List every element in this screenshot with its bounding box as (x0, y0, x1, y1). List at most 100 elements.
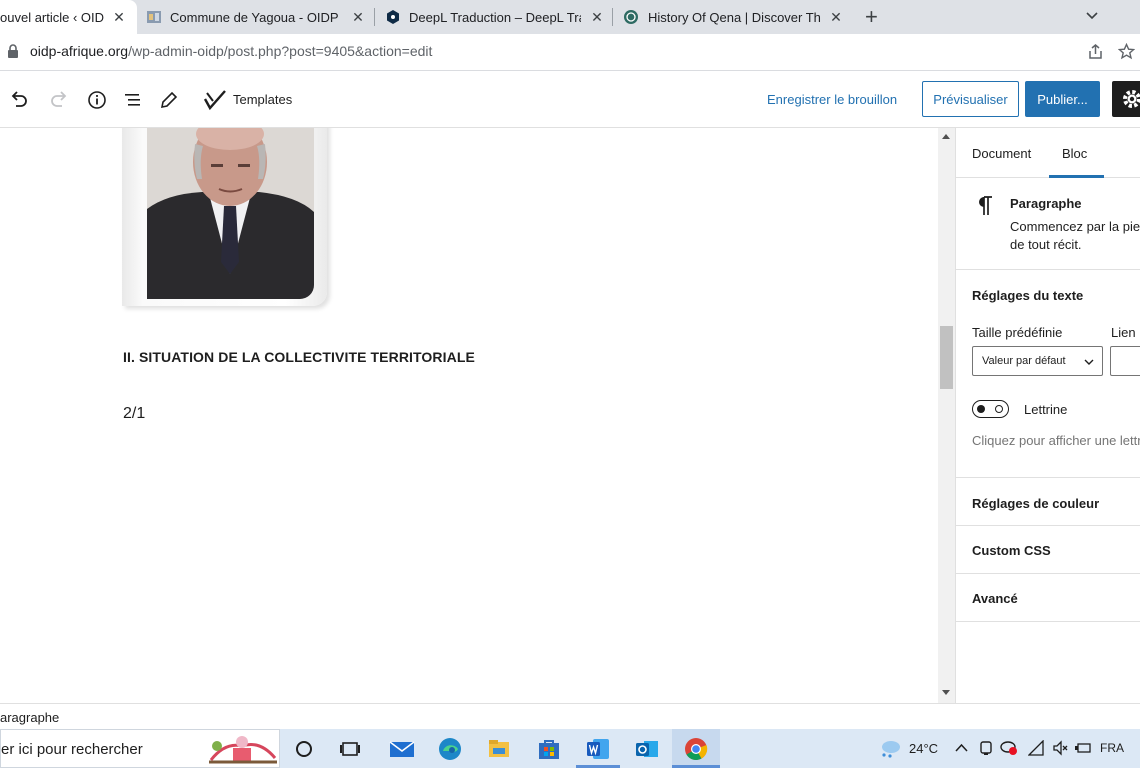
weather-icon[interactable] (878, 739, 902, 759)
text-settings-title[interactable]: Réglages du texte (972, 288, 1083, 303)
portrait-photo (147, 128, 314, 299)
omnibox[interactable]: oidp-afrique.org/wp-admin-oidp/post.php?… (0, 38, 1140, 66)
site-favicon-icon (147, 11, 161, 23)
cortana-icon[interactable] (292, 737, 316, 761)
tab-title: ouvel article ‹ OIDP — (0, 10, 104, 25)
tab-new-article[interactable]: ouvel article ‹ OIDP — ✕ (0, 0, 137, 34)
scroll-down-arrow[interactable] (942, 690, 950, 695)
dropcap-toggle[interactable] (972, 400, 1009, 418)
link-label: Lien (1111, 325, 1136, 340)
info-icon[interactable] (86, 89, 108, 111)
outlook-icon[interactable] (635, 737, 659, 761)
chevron-down-icon (1084, 359, 1094, 365)
close-icon[interactable]: ✕ (111, 9, 127, 26)
dropcap-help-text: Cliquez pour afficher une lettr (972, 433, 1140, 448)
file-explorer-icon[interactable] (487, 737, 511, 761)
search-highlight-icon (209, 736, 277, 764)
browser-tab-strip: ouvel article ‹ OIDP — ✕ Commune de Yago… (0, 0, 1140, 34)
share-icon[interactable] (1087, 43, 1104, 60)
lock-icon[interactable] (7, 44, 19, 58)
battery-icon[interactable] (1074, 741, 1092, 755)
preset-size-value: Valeur par défaut (982, 355, 1066, 367)
taskbar-search[interactable]: er ici pour rechercher (0, 729, 280, 768)
meet-now-icon[interactable] (979, 740, 993, 756)
toggle-knob (977, 405, 985, 413)
panel-divider (956, 573, 1140, 574)
paragraph-block[interactable]: 2/1 (123, 405, 145, 423)
chrome-app[interactable] (672, 729, 720, 768)
redo-icon[interactable] (48, 89, 70, 111)
block-description-line: de tout récit. (1010, 237, 1082, 252)
onedrive-error-icon[interactable] (1000, 740, 1018, 756)
preview-button[interactable]: Prévisualiser (922, 81, 1019, 117)
editor-canvas[interactable]: II. SITUATION DE LA COLLECTIVITE TERRITO… (0, 128, 938, 703)
close-icon[interactable]: ✕ (828, 9, 844, 26)
undo-icon[interactable] (8, 89, 30, 111)
block-description-line: Commencez par la pier (1010, 219, 1140, 234)
deepl-icon (387, 10, 399, 24)
input-language[interactable]: FRA (1100, 741, 1124, 755)
templates-icon[interactable] (203, 89, 227, 111)
sidebar-tabs: Document Bloc (956, 128, 1140, 178)
volume-muted-icon[interactable] (1052, 740, 1068, 756)
tab-document[interactable]: Document (972, 146, 1031, 161)
tab-title: Commune de Yagoua - OIDP (170, 10, 339, 25)
edge-icon[interactable] (438, 737, 462, 761)
dropcap-label[interactable]: Lettrine (1024, 402, 1067, 417)
tab-history-qena[interactable]: History Of Qena | Discover The H ✕ (613, 0, 851, 34)
custom-css-panel[interactable]: Custom CSS (972, 543, 1051, 558)
block-card: Paragraphe Commencez par la pier de tout… (956, 178, 1140, 270)
mail-icon[interactable] (389, 737, 415, 761)
list-view-icon[interactable] (122, 89, 144, 111)
editor-footer: aragraphe (0, 703, 1140, 729)
store-icon[interactable] (537, 737, 561, 761)
close-icon[interactable]: ✕ (589, 9, 605, 26)
star-icon[interactable] (1118, 43, 1135, 60)
tab-bloc[interactable]: Bloc (1049, 128, 1104, 178)
chevron-up-icon[interactable] (955, 743, 968, 753)
weather-temperature[interactable]: 24°C (909, 741, 938, 756)
panel-divider (956, 525, 1140, 526)
panel-divider (956, 477, 1140, 478)
globe-icon (624, 10, 638, 24)
word-app[interactable] (576, 729, 620, 768)
word-icon (587, 739, 609, 759)
preset-size-select[interactable]: Valeur par défaut (972, 346, 1103, 376)
paragraph-icon (979, 196, 992, 215)
block-breadcrumb[interactable]: aragraphe (0, 710, 59, 725)
settings-sidebar: Document Bloc Paragraphe Commencez par l… (955, 128, 1140, 703)
toggle-off-indicator (995, 405, 1003, 413)
block-title: Paragraphe (1010, 196, 1082, 211)
link-input[interactable] (1110, 346, 1140, 376)
close-icon[interactable]: ✕ (350, 9, 366, 26)
editor-toolbar: Templates Enregistrer le brouillon Prévi… (0, 71, 1140, 128)
address-bar: oidp-afrique.org/wp-admin-oidp/post.php?… (0, 34, 1140, 71)
templates-button[interactable]: Templates (233, 92, 292, 107)
advanced-panel[interactable]: Avancé (972, 591, 1018, 606)
color-settings-panel[interactable]: Réglages de couleur (972, 496, 1099, 511)
scroll-up-arrow[interactable] (942, 134, 950, 139)
portrait-image[interactable] (147, 128, 314, 299)
search-placeholder: er ici pour rechercher (1, 741, 143, 758)
url-host: oidp-afrique.org (30, 43, 129, 59)
save-draft-button[interactable]: Enregistrer le brouillon (767, 92, 897, 107)
new-tab-button[interactable]: + (865, 4, 878, 30)
heading-block[interactable]: II. SITUATION DE LA COLLECTIVITE TERRITO… (123, 349, 475, 365)
editor-scrollbar[interactable] (938, 128, 955, 703)
settings-button[interactable] (1112, 81, 1140, 117)
url-path: /wp-admin-oidp/post.php?post=9405&action… (128, 43, 433, 59)
publish-button[interactable]: Publier... (1025, 81, 1100, 117)
tab-deepl[interactable]: DeepL Traduction – DeepL Transl ✕ (375, 0, 612, 34)
tab-title: History Of Qena | Discover The H (648, 10, 821, 25)
url-text[interactable]: oidp-afrique.org/wp-admin-oidp/post.php?… (30, 43, 432, 59)
wifi-icon[interactable] (1028, 740, 1044, 756)
task-view-icon[interactable] (338, 737, 362, 761)
tab-commune-yagoua[interactable]: Commune de Yagoua - OIDP ✕ (137, 0, 374, 34)
panel-divider (956, 621, 1140, 622)
preset-size-label: Taille prédéfinie (972, 325, 1063, 340)
windows-taskbar: er ici pour rechercher 24°C FRA (0, 729, 1140, 768)
chrome-icon (685, 738, 708, 760)
chevron-down-icon[interactable] (1085, 9, 1099, 23)
scrollbar-thumb[interactable] (940, 326, 953, 389)
pencil-icon[interactable] (158, 89, 180, 111)
